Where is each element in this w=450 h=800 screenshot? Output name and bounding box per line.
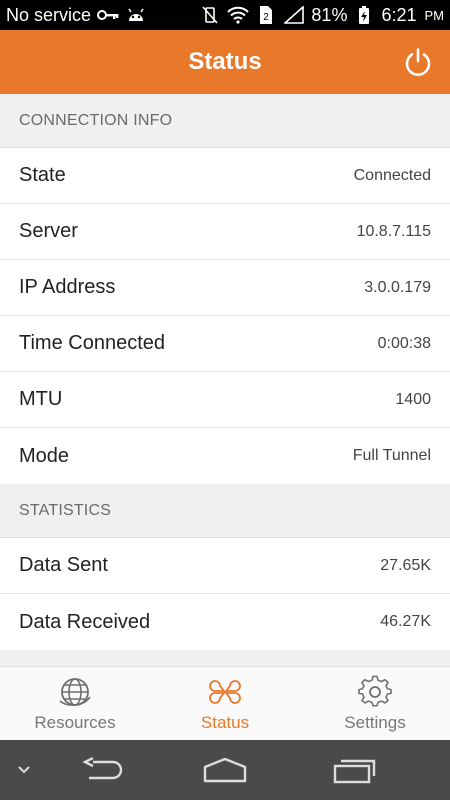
vibrate-off-icon [199,5,221,25]
row-ip-address: IP Address 3.0.0.179 [0,260,450,316]
row-label: State [19,164,66,186]
recents-button[interactable] [326,752,382,788]
list-bottom-spacer [0,650,450,664]
row-label: Time Connected [19,332,165,354]
clock-ampm: PM [424,7,445,23]
globe-icon [59,677,91,706]
row-label: Data Sent [19,554,108,576]
back-button[interactable] [74,752,130,788]
statistics-list: Data Sent 27.65K Data Received 46.27K [0,538,450,650]
tab-label: Settings [344,712,406,732]
chevron-down-icon [18,766,30,774]
row-label: Mode [19,444,70,467]
row-value: 27.65K [380,556,431,574]
row-time-connected: Time Connected 0:00:38 [0,316,450,372]
row-data-received: Data Received 46.27K [0,594,450,650]
tab-label: Status [200,712,250,732]
row-label: IP Address [19,276,116,298]
tab-resources[interactable]: Resources [0,667,150,740]
battery-percent: 81% [311,4,348,25]
row-data-sent: Data Sent 27.65K [0,538,450,594]
home-button[interactable] [197,752,253,788]
app-bar: Status [0,30,450,94]
row-label: MTU [19,388,63,410]
power-button[interactable] [400,44,436,80]
row-value: 46.27K [380,613,431,630]
tab-status[interactable]: Status [150,667,300,740]
tab-settings[interactable]: Settings [300,667,450,740]
clock-time: 6:21 [381,4,417,25]
statistics-header: STATISTICS [0,484,450,538]
row-value: 1400 [395,390,431,408]
tab-label: Resources [34,712,116,732]
carrier-label: No service [6,4,92,25]
connection-info-header: CONNECTION INFO [0,94,450,148]
bottom-tab-bar: Resources Status Settings [0,666,450,740]
power-icon [405,48,431,76]
row-value: Connected [353,166,431,184]
row-label: Server [19,220,78,242]
android-icon [125,5,147,25]
status-grid-icon [209,679,241,704]
row-server: Server 10.8.7.115 [0,204,450,260]
home-icon [203,757,247,783]
svg-text:2: 2 [264,12,270,23]
battery-charging-icon [353,5,375,25]
gear-icon [358,675,392,707]
connection-info-list: State Connected Server 10.8.7.115 IP Add… [0,148,450,484]
row-value: Full Tunnel [352,447,431,464]
row-mode: Mode Full Tunnel [0,428,450,484]
system-nav-bar [0,740,450,800]
row-value: 3.0.0.179 [364,278,431,296]
status-bar: No service 2 81% 6:21 PM [0,0,450,30]
back-icon [82,757,123,780]
wifi-icon [227,5,250,25]
row-label: Data Received [19,610,151,633]
row-value: 0:00:38 [377,334,431,352]
sim-icon: 2 [255,5,277,25]
signal-icon [283,5,305,25]
vpn-key-icon [97,5,119,25]
row-value: 10.8.7.115 [356,222,431,240]
status-content[interactable]: CONNECTION INFO State Connected Server 1… [0,94,450,666]
row-mtu: MTU 1400 [0,372,450,428]
row-state: State Connected [0,148,450,204]
hide-nav-button[interactable] [12,758,36,782]
recents-icon [333,759,376,784]
page-title: Status [188,48,262,75]
